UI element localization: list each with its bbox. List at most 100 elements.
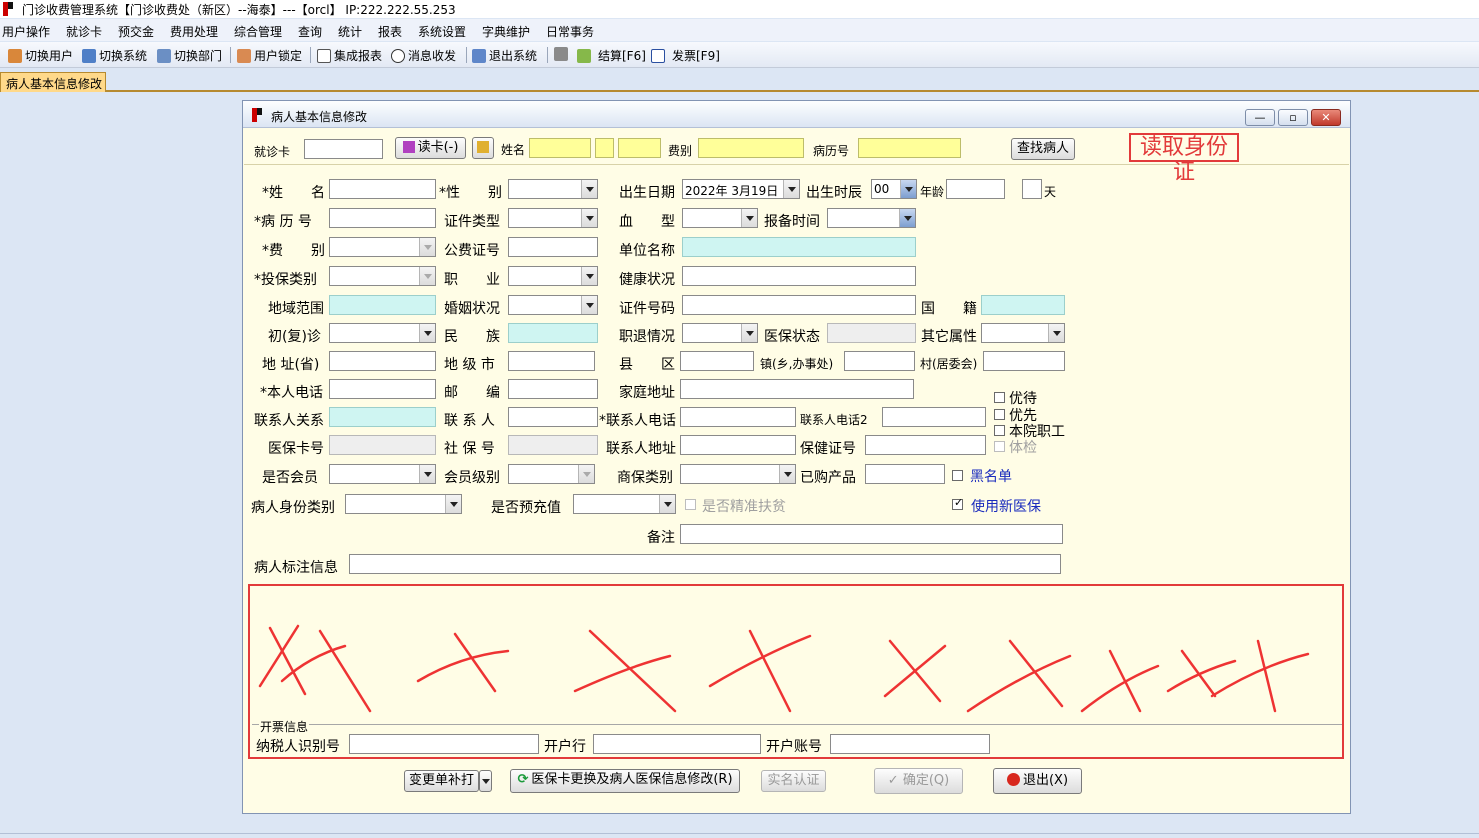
id-no-input[interactable] [682, 295, 916, 315]
read-card-button[interactable]: 读卡(-) [395, 137, 466, 159]
read-id-annotation: 读取身份证 [1129, 133, 1239, 185]
public-fee-no-input[interactable] [508, 237, 598, 257]
new-insurance-checkbox[interactable]: ✓ [952, 496, 963, 510]
region-input[interactable] [329, 295, 436, 315]
postcode-input[interactable] [508, 379, 598, 399]
contact-rel-input[interactable] [329, 407, 436, 427]
find-patient-button[interactable]: 查找病人 [1011, 138, 1075, 160]
member-select[interactable] [329, 464, 436, 484]
label-home-addr: 家庭地址 [619, 385, 675, 401]
search-name-input-2[interactable] [595, 138, 614, 158]
menu-stats[interactable]: 统计 [338, 23, 362, 40]
record-no-input[interactable] [329, 208, 436, 228]
menu-user-ops[interactable]: 用户操作 [2, 23, 50, 40]
search-record-input[interactable] [858, 138, 961, 158]
addr-county-input[interactable] [680, 351, 754, 371]
maximize-button[interactable]: ▫ [1278, 109, 1308, 126]
contact-input[interactable] [508, 407, 598, 427]
blacklist-checkbox[interactable] [952, 470, 963, 481]
menu-dictionary[interactable]: 字典维护 [482, 23, 530, 40]
remark-input[interactable] [680, 524, 1063, 544]
search-name-input-3[interactable] [618, 138, 661, 158]
phone-input[interactable] [329, 379, 436, 399]
account-input[interactable] [830, 734, 990, 754]
poverty-label: 是否精准扶贫 [702, 499, 786, 515]
reprint-dropdown[interactable] [479, 770, 492, 792]
menu-prepay[interactable]: 预交金 [118, 23, 154, 40]
day-input[interactable] [1022, 179, 1042, 199]
lock-user-button[interactable]: 用户锁定 [237, 47, 302, 64]
insurance-type-select[interactable] [329, 266, 436, 286]
blood-type-select[interactable] [682, 208, 758, 228]
exit-button[interactable]: 退出(X) [993, 768, 1082, 794]
minimize-button[interactable]: — [1245, 109, 1275, 126]
messages-button[interactable]: 消息收发 [391, 47, 456, 64]
ethnicity-input[interactable] [508, 323, 598, 343]
switch-user-button[interactable]: 切换用户 [8, 47, 73, 64]
label-postcode: 邮 编 [444, 385, 500, 401]
exit-icon [472, 48, 486, 63]
health-card-input[interactable] [865, 435, 986, 455]
tab-patient-info-edit[interactable]: 病人基本信息修改 [0, 72, 106, 92]
id-type-select[interactable] [508, 208, 598, 228]
retirement-select[interactable] [682, 323, 758, 343]
invoice-button[interactable]: 发票[F9] [651, 47, 720, 64]
reprint-button[interactable]: 变更单补打 [404, 770, 479, 792]
addr-village-input[interactable] [983, 351, 1065, 371]
tag-info-input[interactable] [349, 554, 1061, 574]
report-time-select[interactable] [827, 208, 916, 228]
close-button[interactable]: ✕ [1311, 109, 1341, 126]
search-fee-input[interactable] [698, 138, 804, 158]
contact-addr-input[interactable] [680, 435, 796, 455]
switch-system-button[interactable]: 切换系统 [82, 47, 147, 64]
first-visit-select[interactable] [329, 323, 436, 343]
bank-input[interactable] [593, 734, 761, 754]
birth-date-picker[interactable]: 2022年 3月19日 [682, 179, 800, 199]
occupation-select[interactable] [508, 266, 598, 286]
staff-checkbox[interactable] [994, 425, 1005, 436]
home-addr-input[interactable] [680, 379, 914, 399]
marital-select[interactable] [508, 295, 598, 315]
addr-province-input[interactable] [329, 351, 436, 371]
menu-query[interactable]: 查询 [298, 23, 322, 40]
switch-dept-button[interactable]: 切换部门 [157, 47, 222, 64]
commercial-select[interactable] [680, 464, 796, 484]
broom-icon [477, 141, 489, 153]
menu-settings[interactable]: 系统设置 [418, 23, 466, 40]
card-input[interactable] [304, 139, 383, 159]
invoice-legend: 开票信息 [259, 718, 310, 735]
integrated-report-button[interactable]: 集成报表 [317, 47, 382, 64]
age-input[interactable] [946, 179, 1005, 199]
addr-town-input[interactable] [844, 351, 915, 371]
taxpayer-id-input[interactable] [349, 734, 539, 754]
other-attr-select[interactable] [981, 323, 1065, 343]
search-name-input[interactable] [529, 138, 591, 158]
menu-reports[interactable]: 报表 [378, 23, 402, 40]
prepaid-select[interactable] [573, 494, 676, 514]
replace-card-button[interactable]: ⟳ 医保卡更换及病人医保信息修改(R) [510, 769, 740, 793]
exit-system-button[interactable]: 退出系统 [472, 47, 537, 64]
menu-daily[interactable]: 日常事务 [546, 23, 594, 40]
settle-button[interactable]: 结算[F6] [577, 47, 646, 64]
menu-fee[interactable]: 费用处理 [170, 23, 218, 40]
gender-select[interactable] [508, 179, 598, 199]
label-contact-rel: 联系人关系 [254, 413, 324, 429]
menu-integrated[interactable]: 综合管理 [234, 23, 282, 40]
employer-input[interactable] [682, 237, 916, 257]
birth-hour-select[interactable]: 00 [871, 179, 917, 199]
member-level-select[interactable] [508, 464, 595, 484]
contact-phone-input[interactable] [680, 407, 796, 427]
clear-button[interactable] [472, 137, 494, 159]
addr-city-input[interactable] [508, 351, 595, 371]
identity-cat-select[interactable] [345, 494, 462, 514]
edit-button[interactable] [554, 47, 571, 61]
nationality-input[interactable] [981, 295, 1065, 315]
menu-card[interactable]: 就诊卡 [66, 23, 102, 40]
priority-checkbox[interactable] [994, 409, 1005, 420]
contact-phone2-input[interactable] [882, 407, 986, 427]
purchased-input[interactable] [865, 464, 945, 484]
vip-checkbox[interactable] [994, 392, 1005, 403]
fee-type-select[interactable] [329, 237, 436, 257]
name-input[interactable] [329, 179, 436, 199]
health-input[interactable] [682, 266, 916, 286]
